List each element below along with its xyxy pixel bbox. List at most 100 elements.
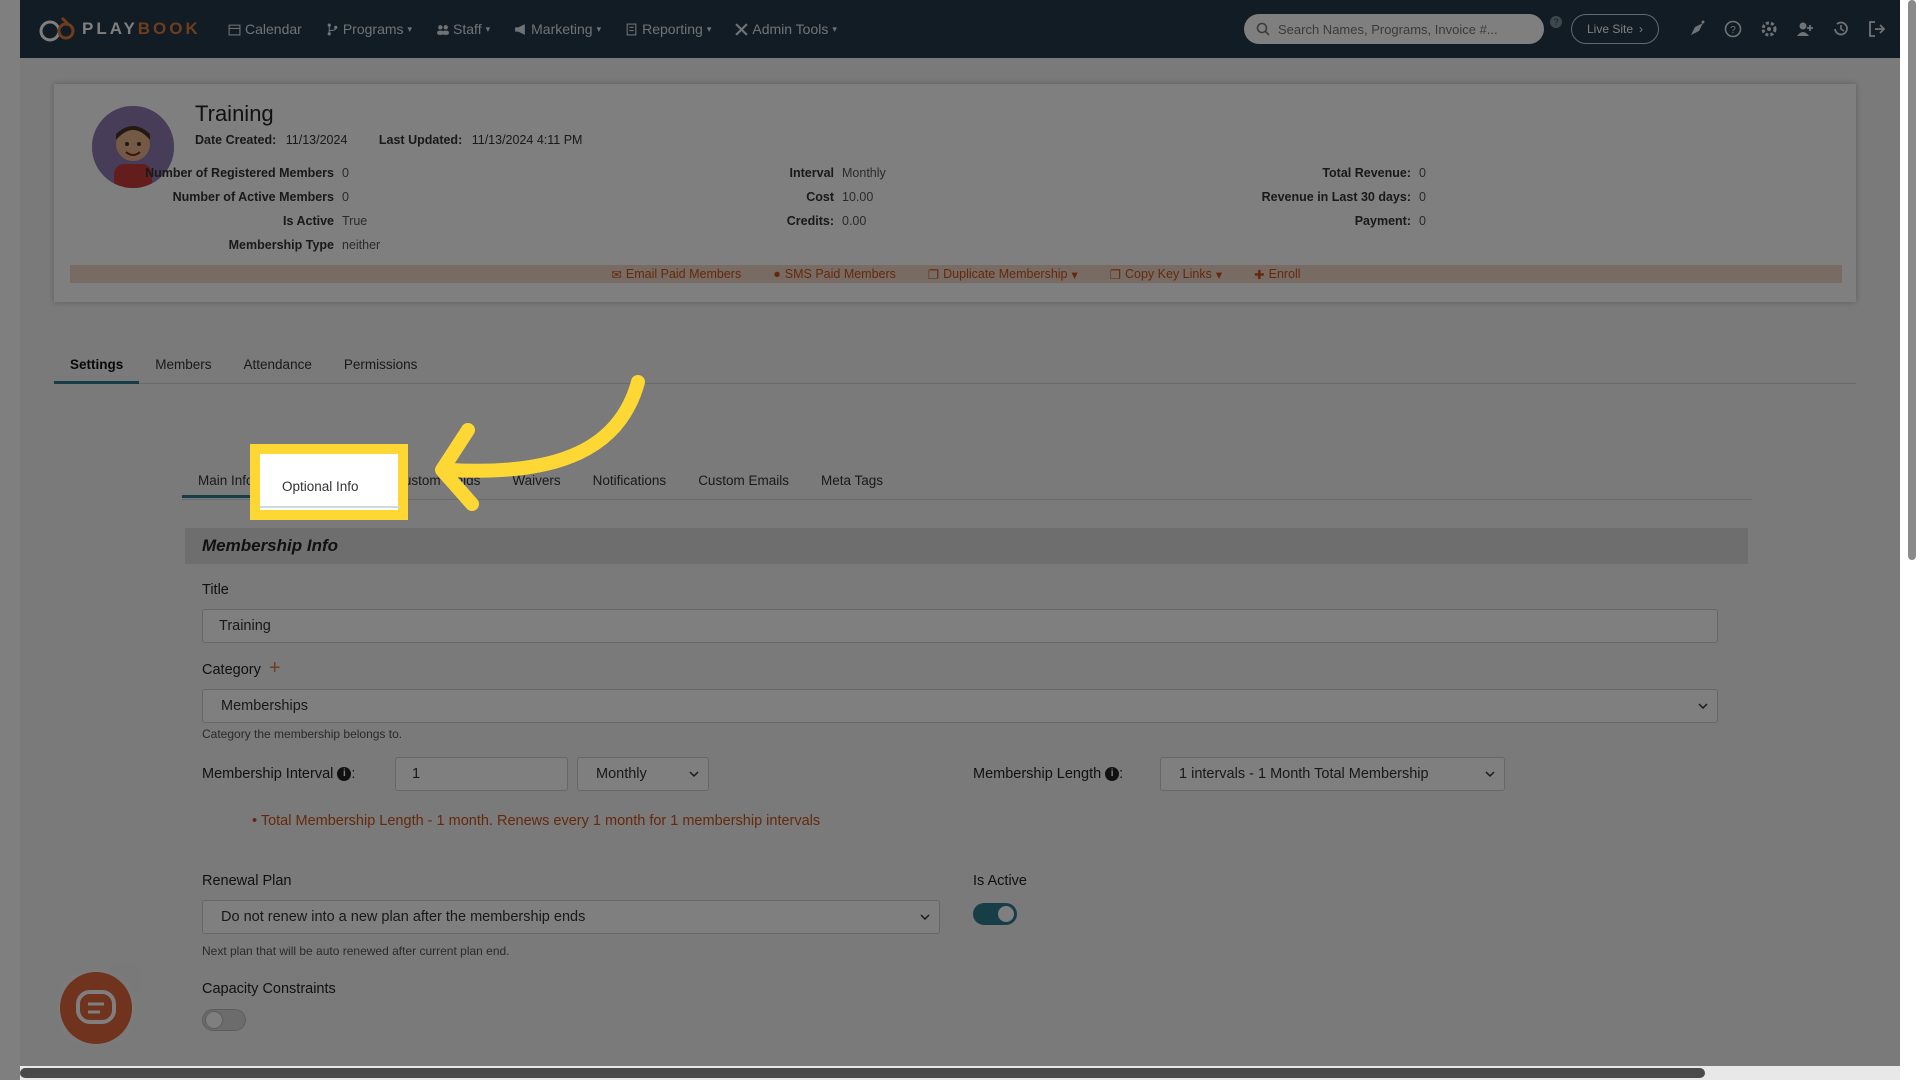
horizontal-scrollbar[interactable] (20, 1066, 1900, 1080)
search-input[interactable] (1276, 20, 1530, 38)
stat-value: 0 (1419, 214, 1426, 228)
comment-icon: ● (773, 267, 781, 281)
length-label: Membership Length (973, 766, 1102, 782)
stat-value: 10.00 (842, 190, 874, 204)
users-icon (437, 24, 450, 35)
nav-reporting[interactable]: Reporting ▾ (625, 21, 711, 37)
toggle-knob (998, 906, 1014, 922)
logo-mark-icon (38, 14, 76, 44)
search-help-icon[interactable]: ? (1550, 16, 1562, 28)
live-site-label: Live Site (1586, 22, 1634, 36)
stat-value: neither (342, 238, 381, 252)
tab-attendance[interactable]: Attendance (228, 351, 328, 383)
logout-icon[interactable] (1865, 17, 1889, 41)
chevron-down-icon: ▾ (596, 23, 602, 34)
stats-left: Number of Registered Members 0 Number of … (134, 166, 380, 262)
stat-row: Credits: 0.00 (734, 214, 886, 238)
vertical-scrollbar[interactable] (1900, 0, 1920, 1080)
length-select[interactable]: 1 intervals - 1 Month Total Membership (1160, 757, 1505, 791)
length-label-row: Membership Length i: (973, 766, 1124, 782)
is-active-label: Is Active (973, 873, 1027, 889)
stat-label: Revenue in Last 30 days: (1261, 190, 1411, 204)
enroll-button[interactable]: ✚ Enroll (1254, 267, 1300, 282)
playbook-logo[interactable]: PLAYBOOK (38, 14, 216, 44)
highlight-optional-info[interactable]: Optional Info (250, 444, 408, 520)
nav-marketing-label: Marketing (531, 21, 593, 37)
subtab-meta-tags[interactable]: Meta Tags (805, 464, 899, 497)
stat-value: 0 (342, 166, 349, 180)
interval-input[interactable]: 1 (395, 757, 568, 791)
chat-icon (76, 990, 116, 1024)
highlight-optional-info-label: Optional Info (282, 479, 359, 494)
tab-permissions[interactable]: Permissions (328, 351, 434, 383)
settings-sub-tabs: Main Info Optional Info Custom Fields Wa… (182, 464, 1752, 500)
pointer-arrow-icon (435, 375, 645, 511)
nav-staff-label: Staff (453, 21, 482, 37)
tab-settings[interactable]: Settings (54, 351, 140, 384)
stat-value: 0 (1419, 190, 1426, 204)
stat-label: Total Revenue: (1322, 166, 1411, 180)
top-navbar: PLAYBOOK Calendar Programs ▾ Staff ▾ Marke… (20, 0, 1900, 58)
rocket-icon[interactable] (1685, 17, 1709, 41)
stats-middle: Interval Monthly Cost 10.00 Credits: 0.00 (734, 166, 886, 238)
global-search[interactable] (1244, 14, 1544, 44)
chevron-down-icon (689, 771, 699, 778)
stat-value: True (342, 214, 368, 228)
nav-calendar[interactable]: Calendar (228, 21, 302, 37)
sms-paid-members-button[interactable]: ● SMS Paid Members (773, 267, 896, 281)
duplicate-membership-button[interactable]: ❐ Duplicate Membership ▾ (928, 267, 1078, 282)
stat-row: Cost 10.00 (734, 190, 886, 214)
date-created-label: Date Created: (195, 133, 277, 147)
section-title: Membership Info (202, 536, 339, 555)
chevron-down-icon: ▾ (832, 23, 837, 34)
subtab-custom-emails[interactable]: Custom Emails (682, 464, 805, 497)
copy-key-links-label: Copy Key Links (1125, 267, 1212, 281)
interval-unit-value: Monthly (596, 766, 647, 782)
live-site-button[interactable]: Live Site › (1571, 14, 1659, 44)
svg-text:?: ? (1730, 25, 1736, 36)
main-nav: Calendar Programs ▾ Staff ▾ Marketing ▾ Rep… (228, 21, 861, 37)
renewal-select-value: Do not renew into a new plan after the m… (221, 909, 586, 925)
capacity-toggle[interactable] (202, 1009, 246, 1031)
stat-row: Interval Monthly (734, 166, 886, 190)
envelope-icon: ✉ (611, 267, 622, 282)
category-select[interactable]: Memberships (202, 689, 1718, 723)
scrollbar-thumb[interactable] (20, 1068, 1705, 1078)
date-created-value: 11/13/2024 (285, 133, 348, 147)
email-paid-members-button[interactable]: ✉ Email Paid Members (611, 267, 741, 282)
stat-row: Number of Registered Members 0 (134, 166, 380, 190)
scrollbar-thumb[interactable] (1908, 0, 1916, 560)
calendar-icon (228, 24, 241, 35)
tab-members[interactable]: Members (139, 351, 227, 383)
help-icon[interactable]: ? (1721, 17, 1745, 41)
nav-programs[interactable]: Programs ▾ (326, 21, 412, 37)
history-icon[interactable] (1829, 17, 1853, 41)
stat-row: Number of Active Members 0 (134, 190, 380, 214)
gear-icon[interactable] (1757, 17, 1781, 41)
nav-admin-tools[interactable]: Admin Tools ▾ (735, 21, 837, 37)
copy-key-links-button[interactable]: ❐ Copy Key Links ▾ (1110, 267, 1222, 282)
interval-unit-select[interactable]: Monthly (577, 757, 709, 791)
info-icon[interactable]: i (337, 767, 352, 782)
renewal-select[interactable]: Do not renew into a new plan after the m… (202, 900, 940, 934)
add-user-icon[interactable] (1793, 17, 1817, 41)
stat-row: Is Active True (134, 214, 380, 238)
stat-label: Is Active (283, 214, 334, 228)
nav-marketing[interactable]: Marketing ▾ (514, 21, 601, 37)
is-active-toggle[interactable] (973, 903, 1017, 925)
info-icon[interactable]: i (1105, 767, 1120, 782)
copy-icon: ❐ (927, 267, 940, 282)
chat-launcher[interactable] (60, 972, 132, 1044)
add-category-icon[interactable]: + (269, 657, 281, 679)
renewal-label: Renewal Plan (202, 873, 292, 889)
interval-label-row: Membership Interval i: (202, 766, 356, 782)
title-input[interactable]: Training (202, 609, 1718, 643)
last-updated-label: Last Updated: (378, 133, 463, 147)
program-summary-card: Training Date Created: 11/13/2024 Last U… (54, 84, 1856, 302)
app-window: PLAYBOOK Calendar Programs ▾ Staff ▾ Marke… (20, 0, 1900, 1080)
program-dates: Date Created: 11/13/2024 Last Updated: 1… (195, 133, 582, 147)
nav-staff[interactable]: Staff ▾ (436, 21, 490, 37)
renewal-help: Next plan that will be auto renewed afte… (202, 944, 510, 958)
stat-label: Number of Active Members (172, 190, 334, 204)
chevron-down-icon (920, 914, 930, 921)
